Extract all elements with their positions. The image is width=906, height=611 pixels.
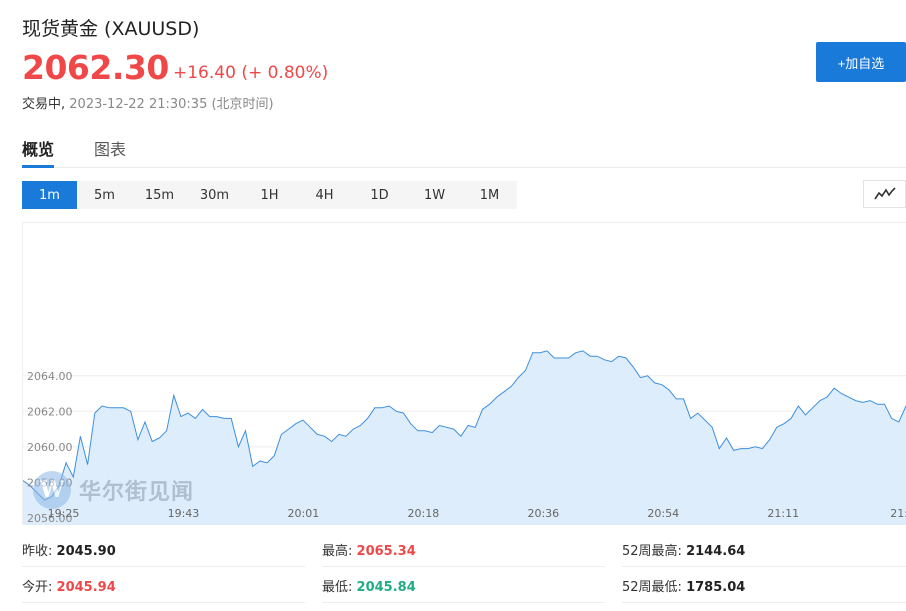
y-tick-label: 2060.00 — [27, 441, 73, 454]
add-watchlist-button[interactable]: +加自选 — [816, 42, 906, 82]
tab-overview[interactable]: 概览 — [22, 136, 55, 168]
divider — [322, 566, 605, 567]
page-title: 现货黄金 (XAUUSD) — [22, 18, 200, 40]
watermark-logo: W — [33, 471, 71, 509]
tab-bar: 概览 图表 — [22, 136, 906, 168]
x-tick-label: 20:36 — [527, 507, 559, 520]
stat-prev-close: 昨收: 2045.90 — [22, 540, 116, 559]
period-1m[interactable]: 1m — [22, 181, 77, 209]
trading-status: 交易中, 2023-12-22 21:30:35 (北京时间) — [22, 93, 274, 112]
period-selector: 1m 5m 15m 30m 1H 4H 1D 1W 1M — [22, 181, 517, 209]
stat-low: 最低: 2045.84 — [322, 576, 416, 595]
tab-chart[interactable]: 图表 — [94, 136, 126, 168]
x-tick-label: 20:54 — [647, 507, 679, 520]
watermark: W 华尔街见闻 — [33, 471, 194, 509]
current-price: 2062.30 — [22, 48, 169, 87]
stat-label: 今开: — [22, 580, 53, 595]
divider — [622, 566, 906, 567]
status-label: 交易中, — [22, 97, 66, 112]
x-tick-label: 20:01 — [288, 507, 320, 520]
period-30m[interactable]: 30m — [187, 181, 242, 209]
y-tick-label: 2064.00 — [27, 370, 73, 383]
status-timestamp: 2023-12-22 21:30:35 (北京时间) — [69, 97, 274, 112]
x-tick-label: 21:3 — [890, 507, 906, 520]
watermark-text: 华尔街见闻 — [79, 479, 195, 505]
stat-label: 52周最高: — [622, 544, 682, 559]
period-1mo[interactable]: 1M — [462, 181, 517, 209]
stat-52w-high: 52周最高: 2144.64 — [622, 540, 745, 559]
stat-label: 最高: — [322, 544, 353, 559]
chart-type-button[interactable] — [863, 180, 906, 208]
x-tick-label: 20:18 — [408, 507, 440, 520]
stat-value: 2065.34 — [356, 544, 416, 559]
stat-value: 2045.84 — [356, 580, 416, 595]
period-1h[interactable]: 1H — [242, 181, 297, 209]
period-1w[interactable]: 1W — [407, 181, 462, 209]
period-5m[interactable]: 5m — [77, 181, 132, 209]
divider — [322, 602, 605, 603]
stat-label: 昨收: — [22, 544, 53, 559]
period-15m[interactable]: 15m — [132, 181, 187, 209]
stat-52w-low: 52周最低: 1785.04 — [622, 576, 745, 595]
stat-value: 2045.90 — [56, 544, 116, 559]
price-chart[interactable]: 2064.002062.002060.002058.002056.0019:25… — [22, 222, 906, 525]
x-tick-label: 21:11 — [767, 507, 799, 520]
divider — [622, 602, 906, 603]
price-change: +16.40 (+ 0.80%) — [173, 63, 329, 83]
stat-value: 1785.04 — [686, 580, 746, 595]
stat-value: 2144.64 — [686, 544, 746, 559]
line-chart-icon — [873, 187, 896, 200]
stat-open: 今开: 2045.94 — [22, 576, 116, 595]
period-1d[interactable]: 1D — [352, 181, 407, 209]
stat-label: 52周最低: — [622, 580, 682, 595]
stat-high: 最高: 2065.34 — [322, 540, 416, 559]
period-4h[interactable]: 4H — [297, 181, 352, 209]
stat-label: 最低: — [322, 580, 353, 595]
stat-value: 2045.94 — [56, 580, 116, 595]
y-tick-label: 2062.00 — [27, 405, 73, 418]
divider — [22, 566, 305, 567]
divider — [22, 602, 305, 603]
